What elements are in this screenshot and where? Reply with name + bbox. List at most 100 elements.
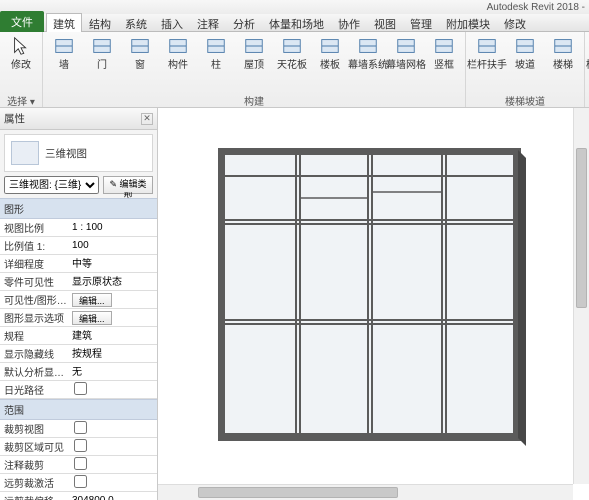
property-key: 裁剪视图 <box>0 421 72 436</box>
tool-构件[interactable]: 构件 <box>161 34 195 71</box>
property-checkbox[interactable] <box>74 475 87 488</box>
property-checkbox[interactable] <box>74 382 87 395</box>
property-row: 零件可见性 <box>0 273 157 291</box>
tab-建筑[interactable]: 建筑 <box>46 13 82 32</box>
tab-协作[interactable]: 协作 <box>331 13 367 32</box>
group-graphics: 图形 <box>0 198 157 219</box>
property-key: 注释裁剪 <box>0 457 72 472</box>
drawing-canvas[interactable] <box>158 108 589 500</box>
property-value <box>72 329 157 342</box>
property-input[interactable] <box>72 347 153 358</box>
tool-icon <box>90 34 114 58</box>
tab-分析[interactable]: 分析 <box>226 13 262 32</box>
tab-管理[interactable]: 管理 <box>403 13 439 32</box>
property-row: 远剪裁激活 <box>0 474 157 492</box>
tool-icon <box>356 34 380 58</box>
tool-楼梯[interactable]: 楼梯 <box>546 34 580 71</box>
tool-柱[interactable]: 柱 <box>199 34 233 71</box>
scrollbar-thumb[interactable] <box>198 487 398 498</box>
edit-type-button[interactable]: ✎ 编辑类型 <box>103 176 153 194</box>
property-row: 日光路径 <box>0 381 157 399</box>
property-input[interactable] <box>72 329 153 340</box>
ribbon-tabs: 文件 建筑结构系统插入注释分析体量和场地协作视图管理附加模块修改 <box>0 14 589 32</box>
property-value <box>72 421 157 437</box>
tool-幕墙网格[interactable]: 幕墙网格 <box>389 34 423 71</box>
property-value <box>72 495 157 500</box>
property-key: 远剪裁激活 <box>0 475 72 490</box>
tool-楼板[interactable]: 楼板 <box>313 34 347 71</box>
type-name: 三维视图 <box>45 146 87 161</box>
property-row: 视图比例 <box>0 219 157 237</box>
property-input[interactable] <box>72 495 153 500</box>
property-input[interactable] <box>72 275 153 286</box>
app-title: Autodesk Revit 2018 - <box>487 2 585 13</box>
tool-modify[interactable]: 修改 <box>4 34 38 71</box>
tool-幕墙系统[interactable]: 幕墙系统 <box>351 34 385 71</box>
property-key: 远剪裁偏移 <box>0 493 72 500</box>
tool-icon <box>394 34 418 58</box>
scrollbar-thumb[interactable] <box>576 148 587 308</box>
property-row: 远剪裁偏移 <box>0 492 157 500</box>
property-value <box>72 439 157 455</box>
property-input[interactable] <box>72 365 153 376</box>
property-list[interactable]: 图形 视图比例比例值 1:详细程度零件可见性可见性/图形替换编辑...图形显示选… <box>0 198 157 500</box>
tab-file[interactable]: 文件 <box>0 11 44 32</box>
tab-修改[interactable]: 修改 <box>497 13 533 32</box>
property-row: 规程 <box>0 327 157 345</box>
ribbon: 修改 选择 ▾ 墙门窗构件柱屋顶天花板楼板幕墙系统幕墙网格竖框 构建 栏杆扶手坡… <box>0 32 589 108</box>
type-preview[interactable]: 三维视图 <box>4 134 153 172</box>
property-input[interactable] <box>72 240 153 251</box>
tool-屋顶[interactable]: 屋顶 <box>237 34 271 71</box>
property-key: 视图比例 <box>0 220 72 235</box>
property-edit-button[interactable]: 编辑... <box>72 311 112 325</box>
property-checkbox[interactable] <box>74 421 87 434</box>
property-row: 可见性/图形替换编辑... <box>0 291 157 309</box>
property-key: 规程 <box>0 328 72 343</box>
tab-结构[interactable]: 结构 <box>82 13 118 32</box>
tool-icon <box>280 34 304 58</box>
property-row: 图形显示选项编辑... <box>0 309 157 327</box>
tool-窗[interactable]: 窗 <box>123 34 157 71</box>
property-input[interactable] <box>72 222 153 233</box>
tab-系统[interactable]: 系统 <box>118 13 154 32</box>
tool-墙[interactable]: 墙 <box>47 34 81 71</box>
property-input[interactable] <box>72 257 153 268</box>
tool-天花板[interactable]: 天花板 <box>275 34 309 71</box>
tool-栏杆扶手[interactable]: 栏杆扶手 <box>470 34 504 71</box>
tab-注释[interactable]: 注释 <box>190 13 226 32</box>
property-key: 可见性/图形替换 <box>0 292 72 307</box>
tool-门[interactable]: 门 <box>85 34 119 71</box>
tool-坡道[interactable]: 坡道 <box>508 34 542 71</box>
tab-体量和场地[interactable]: 体量和场地 <box>262 13 331 32</box>
property-key: 图形显示选项 <box>0 310 72 325</box>
close-icon[interactable]: ✕ <box>141 113 153 125</box>
property-checkbox[interactable] <box>74 457 87 470</box>
property-checkbox[interactable] <box>74 439 87 452</box>
panel-stairs: 栏杆扶手坡道楼梯 楼梯坡道 <box>466 32 585 107</box>
tool-icon <box>432 34 456 58</box>
tool-icon <box>128 34 152 58</box>
tab-视图[interactable]: 视图 <box>367 13 403 32</box>
scrollbar-vertical[interactable] <box>573 108 589 484</box>
tab-插入[interactable]: 插入 <box>154 13 190 32</box>
tab-附加模块[interactable]: 附加模块 <box>439 13 497 32</box>
property-row: 注释裁剪 <box>0 456 157 474</box>
property-value <box>72 275 157 288</box>
property-edit-button[interactable]: 编辑... <box>72 293 112 307</box>
property-value <box>72 365 157 378</box>
property-value: 编辑... <box>72 293 157 307</box>
tool-竖框[interactable]: 竖框 <box>427 34 461 71</box>
tool-icon <box>513 34 537 58</box>
property-key: 显示隐藏线 <box>0 346 72 361</box>
property-value <box>72 382 157 398</box>
scrollbar-horizontal[interactable] <box>158 484 573 500</box>
tool-icon <box>318 34 342 58</box>
property-key: 比例值 1: <box>0 238 72 253</box>
panel-build: 墙门窗构件柱屋顶天花板楼板幕墙系统幕墙网格竖框 构建 <box>43 32 466 107</box>
type-selector[interactable]: 三维视图: {三维} <box>4 176 99 194</box>
property-value: 编辑... <box>72 311 157 325</box>
property-row: 显示隐藏线 <box>0 345 157 363</box>
properties-title: 属性 <box>4 111 25 126</box>
property-row: 裁剪区域可见 <box>0 438 157 456</box>
property-row: 比例值 1: <box>0 237 157 255</box>
